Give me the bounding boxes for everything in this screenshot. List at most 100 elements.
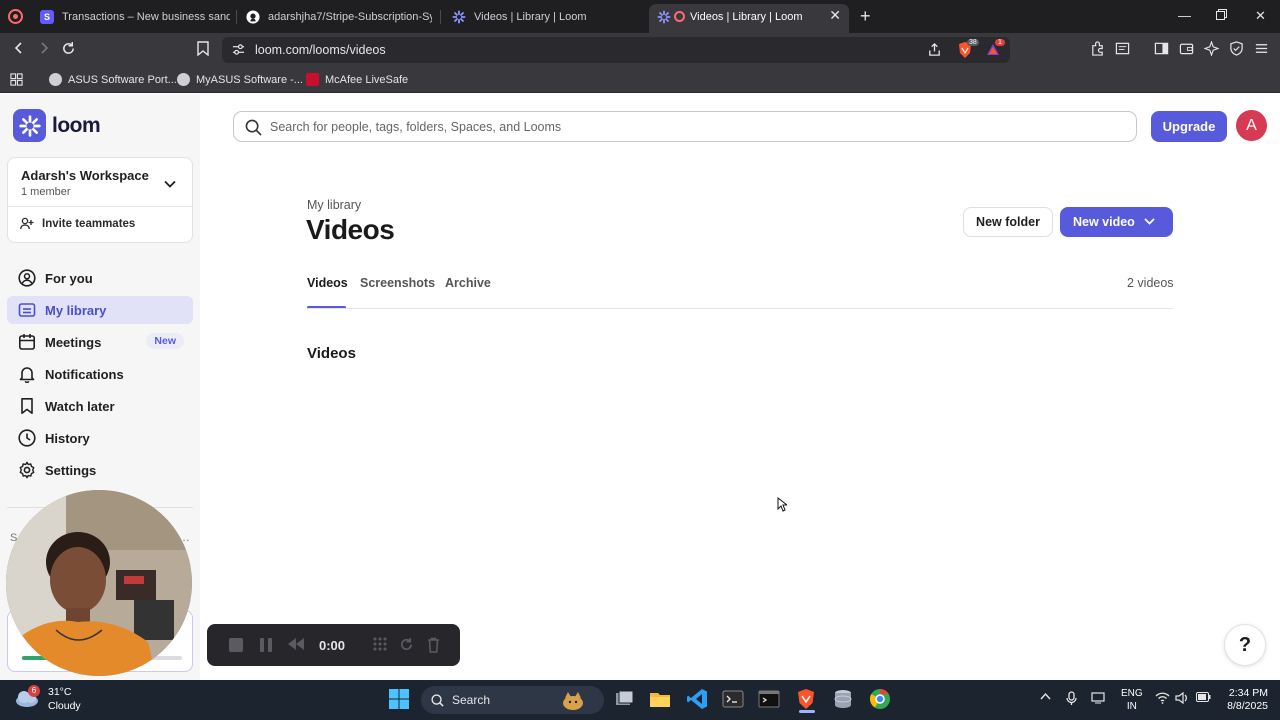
volume-icon[interactable] [1175,691,1189,707]
system-clock[interactable]: 2:34 PM 8/8/2025 [1220,687,1268,713]
recording-indicator-icon [8,9,23,24]
loom-logo[interactable]: loom [13,109,101,142]
bookmark-asus-software[interactable]: ASUS Software Port... [49,73,177,86]
rewards-count-badge: 1 [995,39,1005,46]
clock-icon [18,429,36,447]
wallet-icon[interactable] [1179,41,1195,57]
weather-condition: Cloudy [48,700,81,712]
recording-controls: 0:00 [207,624,460,666]
webcam-bubble[interactable] [6,490,192,676]
search-icon [245,119,262,136]
leo-ai-icon[interactable] [1203,40,1220,57]
display-icon[interactable] [1091,692,1105,707]
database-app-icon[interactable] [832,688,856,712]
sidebar-item-notifications[interactable]: Notifications [7,360,193,388]
wifi-icon[interactable] [1155,692,1170,707]
search-highlight-cat-icon [560,689,594,714]
sidebar-item-for-you[interactable]: For you [7,264,193,292]
file-explorer-icon[interactable] [649,688,673,712]
restore-icon[interactable] [1216,8,1227,23]
bookmark-page-icon[interactable] [197,41,209,61]
back-icon[interactable] [12,41,26,60]
taskbar-search[interactable]: Search [421,686,604,714]
reload-icon[interactable] [61,41,76,61]
new-video-button[interactable]: New video [1060,207,1173,237]
avatar[interactable]: A [1236,110,1267,141]
command-prompt-icon[interactable] [758,688,782,712]
stop-recording-icon[interactable] [228,637,244,658]
vscode-icon[interactable] [686,688,710,712]
extensions-icon[interactable] [1090,41,1106,57]
language-indicator[interactable]: ENG IN [1121,687,1143,713]
recording-dot-icon [674,11,685,22]
sidebar-item-label: Notifications [45,366,124,382]
sidebar-item-history[interactable]: History [7,424,193,452]
tab-title: Videos | Library | Loom [474,10,587,23]
browser-tab-bar: S Transactions – New business sandbox ad… [0,0,1280,33]
sidebar-item-my-library[interactable]: My library [7,296,193,324]
browser-tab-loom[interactable]: Videos | Library | Loom [452,4,642,29]
invite-teammates-button[interactable]: Invite teammates [20,217,135,230]
workspace-switcher[interactable]: Adarsh's Workspace 1 member [8,158,192,206]
notification-badge: 6 [28,685,40,697]
browser-tab-stripe[interactable]: S Transactions – New business sandbox [40,4,230,29]
site-settings-icon[interactable] [232,43,245,61]
vpn-icon[interactable] [1229,41,1245,57]
new-tab-icon[interactable]: + [860,6,871,27]
chrome-icon[interactable] [869,688,893,712]
windows-taskbar: 6 31°C Cloudy Search ENG IN 2:34 PM 8/8/… [0,680,1280,720]
task-view-icon[interactable] [613,688,637,712]
mouse-cursor-icon [777,496,789,517]
brave-browser-icon[interactable] [795,688,819,713]
menu-icon[interactable] [1254,41,1270,57]
drawing-tool-icon[interactable] [373,637,387,656]
section-heading-videos: Videos [307,345,356,362]
weather-widget[interactable]: 6 31°C Cloudy [14,685,81,713]
trash-icon[interactable] [427,637,440,658]
sidebar-item-settings[interactable]: Settings [7,456,193,484]
help-button[interactable]: ? [1224,624,1266,666]
tab-videos[interactable]: Videos [307,276,348,290]
region-code: IN [1126,701,1137,712]
show-hidden-icons[interactable] [1040,692,1051,703]
loom-logo-icon [13,109,46,142]
reader-mode-icon[interactable] [1115,41,1131,57]
windows-start-icon[interactable] [388,688,412,712]
search-input[interactable] [270,116,1120,138]
clock-date: 8/8/2025 [1227,700,1268,712]
browser-tab-github[interactable]: adarshjha7/Stripe-Subscription-System [246,4,432,29]
tab-archive[interactable]: Archive [445,276,491,290]
minimize-icon[interactable]: — [1178,8,1191,23]
bookmark-mcafee[interactable]: McAfee LiveSafe [306,73,408,86]
sidebar-item-label: History [45,430,90,446]
sidebar-item-meetings[interactable]: Meetings New [7,328,193,356]
cloud-icon: 6 [14,685,40,711]
temperature: 31°C [48,686,72,698]
pause-icon[interactable] [259,637,273,658]
active-app-indicator [799,710,815,713]
microphone-icon[interactable] [1066,691,1077,709]
browser-tab-loom-active[interactable]: Videos | Library | Loom ✕ [649,4,849,33]
terminal-icon[interactable] [722,688,746,712]
breadcrumb[interactable]: My library [307,198,361,212]
shield-count-badge: 38 [967,39,979,46]
address-bar[interactable]: loom.com/looms/videos 38 1 [222,37,1010,63]
bookmark-myasus-software[interactable]: MyASUS Software -... [177,73,303,86]
tab-screenshots[interactable]: Screenshots [360,276,435,290]
sidebar-item-watch-later[interactable]: Watch later [7,392,193,420]
logo-text: loom [52,113,101,137]
upgrade-button[interactable]: Upgrade [1151,111,1227,142]
close-window-icon[interactable]: ✕ [1255,8,1266,24]
new-folder-button[interactable]: New folder [963,207,1053,237]
apps-grid-icon[interactable] [10,73,23,86]
share-icon[interactable] [927,42,942,62]
rewind-icon[interactable] [287,637,305,656]
user-plus-icon [20,217,34,230]
restart-icon[interactable] [399,637,414,657]
close-tab-icon[interactable]: ✕ [829,7,841,24]
sidebar-toggle-icon[interactable] [1154,41,1170,57]
battery-icon[interactable] [1196,692,1211,705]
chevron-down-icon [164,175,176,193]
forward-icon[interactable] [37,41,51,60]
video-count: 2 videos [1127,276,1174,290]
